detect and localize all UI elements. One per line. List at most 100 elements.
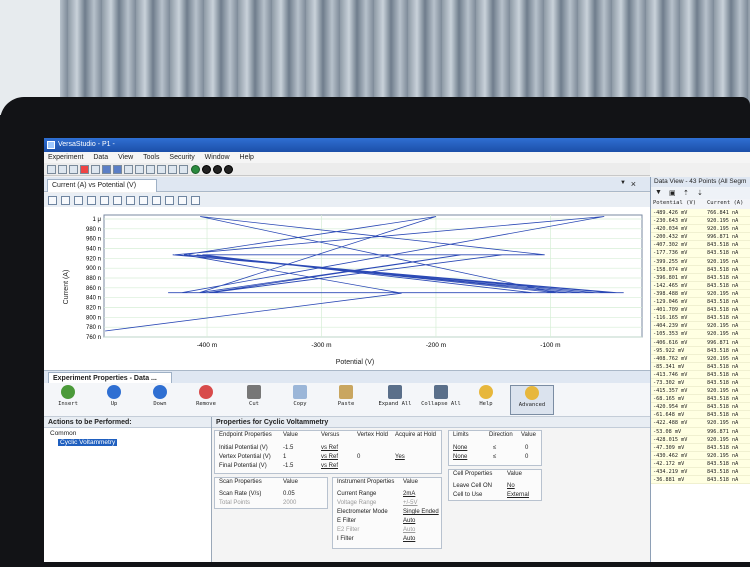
expand-all-button[interactable]: Expand All	[372, 385, 418, 415]
tree-item-cyclic-voltammetry[interactable]: Cyclic Voltammetry	[58, 439, 118, 446]
table-row[interactable]: -430.462 mV 920.195 nA	[651, 451, 750, 460]
copy-button[interactable]: Copy	[280, 385, 320, 415]
down-button[interactable]: Down	[140, 385, 180, 415]
vertex-potential-value[interactable]: 1	[283, 454, 286, 460]
up-button[interactable]: Up	[94, 385, 134, 415]
menu-view[interactable]: View	[114, 152, 137, 161]
dropdown-icon[interactable]	[152, 196, 161, 205]
table-row[interactable]: -408.762 mV 920.195 nA	[651, 354, 750, 363]
vertex-versus-select[interactable]: vs Ref	[321, 454, 338, 460]
table-row[interactable]: -413.746 mV 843.518 nA	[651, 370, 750, 379]
menu-window[interactable]: Window	[201, 152, 234, 161]
paste-button[interactable]: Paste	[326, 385, 366, 415]
table-row[interactable]: -129.046 mV 843.518 nA	[651, 298, 750, 307]
remove-button[interactable]: Remove	[186, 385, 226, 415]
table-row[interactable]: -47.309 mV 843.518 nA	[651, 443, 750, 452]
current-range-select[interactable]: 2mA	[403, 491, 415, 497]
initial-versus-select[interactable]: vs Ref	[321, 445, 338, 451]
limit-1-direction[interactable]: ≤	[493, 445, 496, 451]
sequence-icon[interactable]	[113, 165, 122, 174]
menu-experiment[interactable]: Experiment	[44, 152, 87, 161]
table-row[interactable]: -422.488 mV 920.195 nA	[651, 419, 750, 428]
table-row[interactable]: -200.432 mV 996.871 nA	[651, 233, 750, 242]
calculator-icon[interactable]	[146, 165, 155, 174]
table-row[interactable]: -415.357 mV 920.195 nA	[651, 387, 750, 396]
experiment-icon[interactable]	[102, 165, 111, 174]
abort-icon[interactable]	[224, 165, 233, 174]
settings-icon[interactable]: ▣	[669, 189, 676, 197]
table-row[interactable]: -398.488 mV 920.195 nA	[651, 289, 750, 299]
table-row[interactable]: -85.341 mV 843.518 nA	[651, 362, 750, 371]
tree-group-common[interactable]: Common	[44, 428, 211, 439]
save-icon[interactable]	[69, 165, 78, 174]
zoom-out-icon[interactable]	[113, 196, 122, 205]
print-icon[interactable]	[165, 196, 174, 205]
e2-filter-select[interactable]: Auto	[403, 527, 415, 533]
table-row[interactable]: -142.465 mV 843.518 nA	[651, 281, 750, 290]
graph-layout-icon[interactable]	[48, 196, 57, 205]
table-row[interactable]: -420.034 mV 920.195 nA	[651, 225, 750, 234]
download-icon[interactable]: ⇣	[697, 189, 703, 197]
initial-potential-value[interactable]: -1.5	[283, 445, 293, 451]
table-row[interactable]: -428.015 mV 920.195 nA	[651, 435, 750, 444]
cursor-icon[interactable]	[139, 196, 148, 205]
image-icon[interactable]	[178, 196, 187, 205]
help-button[interactable]: Help	[466, 385, 506, 415]
table-row[interactable]: -420.954 mV 843.518 nA	[651, 403, 750, 412]
table-row[interactable]: -42.172 mV 843.518 nA	[651, 459, 750, 468]
current-column-header[interactable]: Current (A)	[707, 200, 743, 206]
new-file-icon[interactable]	[47, 165, 56, 174]
tab-current-vs-potential[interactable]: Current (A) vs Potential (V)	[47, 179, 157, 192]
table-row[interactable]: -95.922 mV 843.518 nA	[651, 346, 750, 355]
scan-rate-value[interactable]: 0.05	[283, 491, 295, 497]
tab-dropdown-icon[interactable]: ▼	[620, 180, 626, 186]
run-icon[interactable]	[191, 165, 200, 174]
limit-2-select[interactable]: None	[453, 454, 467, 460]
copy-icon[interactable]	[91, 165, 100, 174]
i-filter-select[interactable]: Auto	[403, 536, 415, 542]
menu-tools[interactable]: Tools	[139, 152, 163, 161]
table-row[interactable]: -404.239 mV 920.195 nA	[651, 322, 750, 331]
table-row[interactable]: -396.801 mV 843.518 nA	[651, 273, 750, 282]
cv-plot[interactable]: 1 μ 980 n 960 n 940 n 920 n 900 n 880 n 860 n 84…	[44, 207, 650, 370]
open-data-icon[interactable]	[124, 165, 133, 174]
table-row[interactable]: -36.881 mV 843.518 nA	[651, 476, 750, 485]
table-row[interactable]: -158.074 mV 843.518 nA	[651, 265, 750, 274]
table-row[interactable]: -434.219 mV 843.518 nA	[651, 468, 750, 477]
electrometer-select[interactable]: Single Ended	[403, 509, 439, 515]
table-row[interactable]: -406.616 mV 996.871 nA	[651, 338, 750, 347]
menu-help[interactable]: Help	[236, 152, 258, 161]
graph-axes-icon[interactable]	[74, 196, 83, 205]
limit-2-direction[interactable]: ≤	[493, 454, 496, 460]
table-row[interactable]: -489.426 mV 766.841 nA	[651, 209, 750, 218]
pause-icon[interactable]	[202, 165, 211, 174]
report-icon[interactable]	[157, 165, 166, 174]
final-potential-value[interactable]: -1.5	[283, 463, 293, 469]
limit-1-select[interactable]: None	[453, 445, 467, 451]
table-row[interactable]: -177.736 mV 843.518 nA	[651, 249, 750, 258]
table-row[interactable]: -53.08 mV 996.871 nA	[651, 427, 750, 436]
insert-button[interactable]: Insert	[48, 385, 88, 415]
table-row[interactable]: -105.353 mV 920.195 nA	[651, 330, 750, 339]
potential-column-header[interactable]: Potential (V)	[653, 200, 696, 206]
leave-cell-on-select[interactable]: No	[507, 483, 515, 489]
table-row[interactable]: -407.302 mV 843.518 nA	[651, 241, 750, 250]
graph-grid-icon[interactable]	[61, 196, 70, 205]
table-row[interactable]: -61.648 mV 843.518 nA	[651, 411, 750, 420]
graph-series-icon[interactable]	[87, 196, 96, 205]
table-row[interactable]: -401.709 mV 843.518 nA	[651, 306, 750, 315]
limit-2-value[interactable]: 0	[525, 454, 528, 460]
zoom-in-icon[interactable]	[100, 196, 109, 205]
stop-icon[interactable]	[213, 165, 222, 174]
voltage-range-select[interactable]: +/-5V	[403, 500, 418, 506]
cut-button[interactable]: Cut	[234, 385, 274, 415]
menu-security[interactable]: Security	[165, 152, 198, 161]
table-row[interactable]: -230.643 mV 920.195 nA	[651, 217, 750, 226]
skip-icon[interactable]	[179, 165, 188, 174]
collapse-all-button[interactable]: Collapse All	[418, 385, 464, 415]
zoom-fit-icon[interactable]	[126, 196, 135, 205]
arrow-right-icon[interactable]	[168, 165, 177, 174]
close-icon[interactable]: ×	[631, 179, 636, 189]
chart-icon[interactable]	[135, 165, 144, 174]
e-filter-select[interactable]: Auto	[403, 518, 415, 524]
